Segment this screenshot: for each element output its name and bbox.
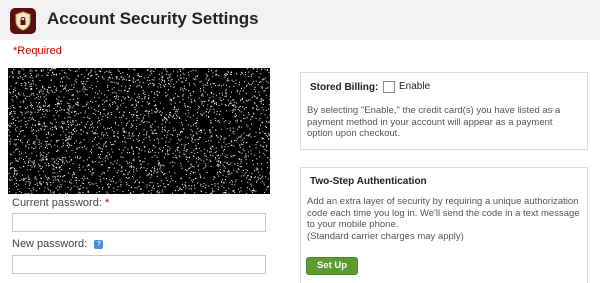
help-icon[interactable]: ? (94, 240, 103, 249)
two-step-panel: Two-Step Authentication Add an extra lay… (300, 167, 588, 283)
header-bar: Account Security Settings (0, 0, 600, 40)
set-up-button[interactable]: Set Up (306, 257, 358, 275)
new-password-label: New password: ? (12, 238, 103, 250)
captcha-noise-image (8, 68, 270, 194)
stored-billing-panel: Stored Billing: Enable By selecting "Ena… (300, 72, 588, 150)
two-step-description: Add an extra layer of security by requir… (307, 196, 583, 231)
security-shield-logo-icon (10, 8, 36, 34)
two-step-title: Two-Step Authentication (310, 176, 427, 187)
required-asterisk: * (105, 197, 109, 209)
stored-billing-description: By selecting "Enable," the credit card(s… (307, 105, 579, 140)
current-password-label-text: Current password: (12, 197, 102, 209)
current-password-input[interactable] (12, 213, 266, 232)
current-password-label: Current password: * (12, 197, 109, 209)
new-password-input[interactable] (12, 255, 266, 274)
enable-label: Enable (399, 81, 430, 92)
enable-stored-billing-checkbox[interactable] (383, 81, 395, 93)
new-password-label-text: New password: (12, 238, 87, 250)
stored-billing-title: Stored Billing: (310, 82, 378, 93)
required-note: *Required (13, 45, 62, 57)
carrier-charges-note: (Standard carrier charges may apply) (307, 231, 583, 243)
page-title: Account Security Settings (47, 9, 259, 29)
